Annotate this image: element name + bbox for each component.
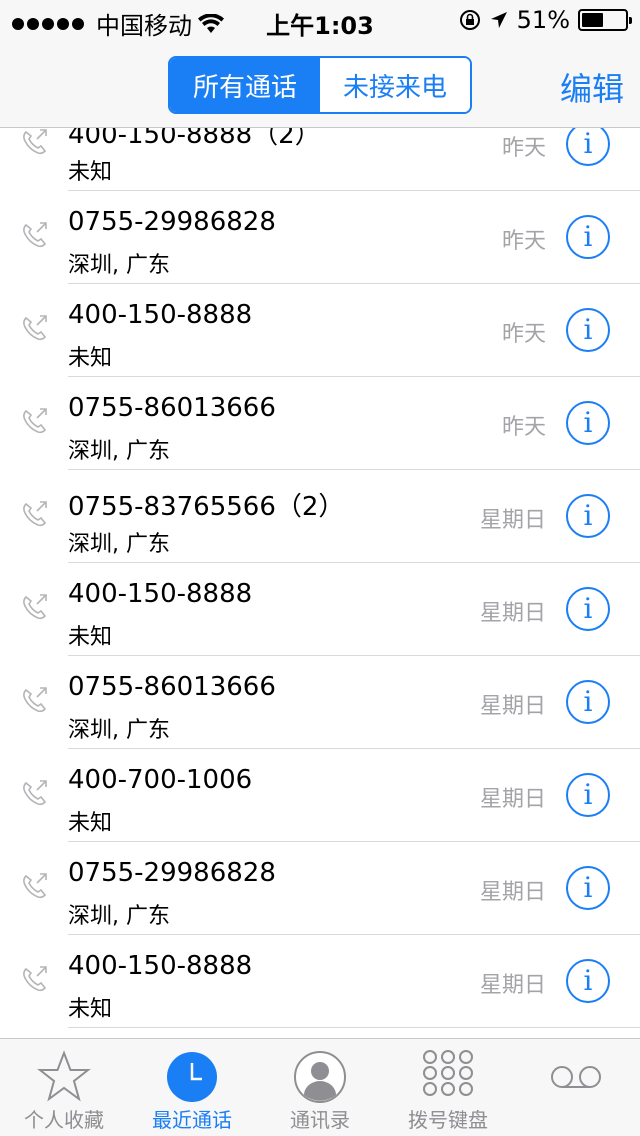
info-button[interactable]: i (566, 128, 610, 166)
info-button[interactable]: i (566, 587, 610, 631)
call-date: 昨天 (501, 136, 546, 161)
tab-contacts[interactable]: 通讯录 (256, 1039, 384, 1136)
status-bar: 中国移动 上午1:03 51% (0, 0, 640, 40)
keypad-icon (423, 1050, 473, 1096)
status-right: 51% (459, 6, 632, 34)
tab-label: 拨号键盘 (408, 1108, 488, 1132)
call-date: 星期日 (479, 973, 546, 998)
call-location: 未知 (68, 997, 113, 1022)
info-button[interactable]: i (566, 215, 610, 259)
tab-recents[interactable]: 最近通话 (128, 1039, 256, 1136)
call-location: 深圳, 广东 (68, 718, 170, 743)
outgoing-call-icon (23, 966, 47, 992)
call-row[interactable]: 400-150-8888 未知 星期日 i (0, 563, 640, 656)
call-date: 昨天 (501, 322, 546, 347)
info-button[interactable]: i (566, 773, 610, 817)
tab-label: 个人收藏 (24, 1108, 104, 1132)
clock-icon (167, 1052, 217, 1102)
call-row[interactable]: 0755-86013666 深圳, 广东 星期日 i (0, 656, 640, 749)
call-date: 昨天 (501, 229, 546, 254)
row-separator (68, 1027, 640, 1028)
call-number: 400-700-1006 (68, 765, 253, 795)
outgoing-call-icon (23, 687, 47, 713)
info-button[interactable]: i (566, 680, 610, 724)
call-location: 未知 (68, 346, 113, 371)
outgoing-call-icon (23, 594, 47, 620)
call-location: 未知 (68, 625, 113, 650)
call-location: 深圳, 广东 (68, 904, 170, 929)
outgoing-call-icon (23, 129, 47, 155)
info-button[interactable]: i (566, 308, 610, 352)
outgoing-call-icon (23, 501, 47, 527)
outgoing-call-icon (23, 873, 47, 899)
tab-label: 通讯录 (290, 1108, 350, 1132)
info-button[interactable]: i (566, 401, 610, 445)
call-location: 深圳, 广东 (68, 253, 170, 278)
call-number: 400-150-8888 (68, 579, 253, 609)
tab-keypad[interactable]: 拨号键盘 (384, 1039, 512, 1136)
voicemail-icon (551, 1066, 601, 1088)
call-row[interactable]: 0755-29986828 深圳, 广东 星期日 i (0, 842, 640, 935)
person-icon (294, 1051, 346, 1103)
call-number: 0755-86013666 (68, 393, 276, 423)
call-location: 未知 (68, 160, 113, 185)
tab-favorites[interactable]: 个人收藏 (0, 1039, 128, 1136)
call-date: 星期日 (479, 880, 546, 905)
battery-percent: 51% (516, 6, 570, 34)
navigation-bar: 所有通话 未接来电 编辑 (0, 40, 640, 128)
recent-calls-list[interactable]: 400-150-8888（2） 未知 昨天 i 0755-29986828 深圳, 广东昨… (0, 128, 640, 1038)
call-location: 未知 (68, 811, 113, 836)
call-row[interactable]: 400-150-8888 未知 星期日 i (0, 935, 640, 1028)
outgoing-call-icon (23, 222, 47, 248)
rotation-lock-icon (459, 10, 480, 30)
info-button[interactable]: i (566, 494, 610, 538)
info-button[interactable]: i (566, 959, 610, 1003)
segment-all-calls[interactable]: 所有通话 (170, 58, 320, 112)
call-row[interactable]: 0755-86013666 深圳, 广东 昨天 i (0, 377, 640, 470)
call-row[interactable]: 0755-29986828 深圳, 广东 昨天 i (0, 191, 640, 284)
outgoing-call-icon (23, 780, 47, 806)
call-location: 深圳, 广东 (68, 439, 170, 464)
outgoing-call-icon (23, 315, 47, 341)
call-row[interactable]: 0755-83765566（2） 深圳, 广东 星期日 i (0, 470, 640, 563)
call-number: 400-150-8888 (68, 300, 253, 330)
info-button[interactable]: i (566, 866, 610, 910)
tab-bar: 个人收藏 最近通话 通讯录 拨号键盘 (0, 1038, 640, 1136)
segment-missed-calls[interactable]: 未接来电 (320, 58, 470, 112)
tab-label: 最近通话 (152, 1108, 232, 1132)
call-row[interactable]: 400-150-8888 未知 昨天 i (0, 284, 640, 377)
battery-icon (578, 9, 632, 31)
call-row[interactable]: 400-150-8888（2） 未知 昨天 i (0, 128, 640, 191)
call-number: 400-150-8888 (68, 951, 253, 981)
call-number: 0755-83765566（2） (68, 492, 345, 522)
call-number: 0755-29986828 (68, 207, 276, 237)
star-icon (37, 1050, 91, 1102)
location-arrow-icon (490, 12, 507, 28)
segmented-control: 所有通话 未接来电 (168, 56, 472, 114)
call-row[interactable]: 400-700-1006 未知 星期日 i (0, 749, 640, 842)
call-date: 星期日 (479, 601, 546, 626)
call-date: 星期日 (479, 694, 546, 719)
tab-voicemail[interactable] (512, 1039, 640, 1136)
call-number: 0755-86013666 (68, 672, 276, 702)
call-number: 400-150-8888（2） (68, 128, 321, 150)
call-date: 星期日 (479, 787, 546, 812)
call-date: 星期日 (479, 508, 546, 533)
call-number: 0755-29986828 (68, 858, 276, 888)
call-location: 深圳, 广东 (68, 532, 170, 557)
outgoing-call-icon (23, 408, 47, 434)
edit-button[interactable]: 编辑 (560, 64, 624, 110)
call-date: 昨天 (501, 415, 546, 440)
